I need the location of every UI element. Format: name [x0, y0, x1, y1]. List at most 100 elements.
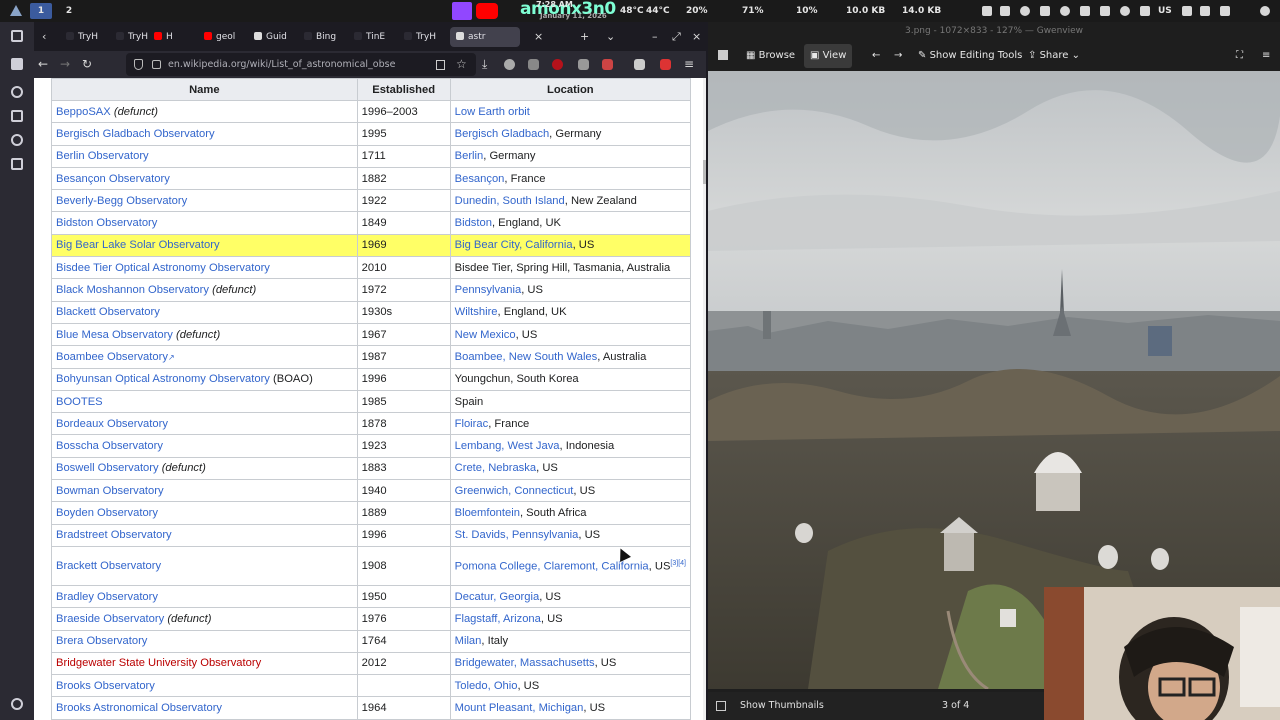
back-icon[interactable]: ←: [38, 55, 48, 73]
observatory-link[interactable]: BOOTES: [56, 396, 103, 408]
lock-icon[interactable]: [152, 60, 161, 69]
reader-view-icon[interactable]: [436, 60, 445, 70]
view-button[interactable]: ▣ View: [804, 44, 853, 68]
chevron-down-icon[interactable]: ⌄: [606, 27, 615, 47]
location-link[interactable]: Decatur, Georgia: [455, 591, 540, 603]
keyboard-layout[interactable]: US: [1158, 0, 1172, 22]
tab-list-icon[interactable]: ‹: [42, 27, 46, 47]
forward-icon[interactable]: →: [60, 55, 70, 73]
observatory-link[interactable]: Blackett Observatory: [56, 306, 160, 318]
minimize-icon[interactable]: –: [652, 27, 658, 47]
history-icon[interactable]: [11, 134, 23, 146]
location-link[interactable]: Flagstaff, Arizona: [455, 613, 541, 625]
location-link[interactable]: Boambee, New South Wales: [455, 351, 598, 363]
observatory-link[interactable]: Bisdee Tier Optical Astronomy Observator…: [56, 262, 270, 274]
observatory-link[interactable]: Brera Observatory: [56, 635, 147, 647]
location-link[interactable]: St. Davids, Pennsylvania: [455, 529, 579, 541]
bluetooth-icon[interactable]: [1100, 6, 1110, 16]
page-scrollbar-thumb[interactable]: [703, 160, 706, 184]
tab[interactable]: H: [154, 27, 173, 47]
location-link[interactable]: Berlin: [455, 150, 484, 162]
location-link[interactable]: Big Bear City, California: [455, 239, 573, 251]
location-link[interactable]: Wiltshire: [455, 306, 498, 318]
observatory-link[interactable]: Bohyunsan Optical Astronomy Observatory: [56, 373, 270, 385]
tab[interactable]: Guid: [254, 27, 287, 47]
location-link[interactable]: Bidston: [455, 217, 492, 229]
maximize-icon[interactable]: ⤢: [672, 27, 681, 47]
location-link[interactable]: Besançon: [455, 173, 505, 185]
extensions-puzzle-icon[interactable]: [634, 59, 645, 70]
new-tab-icon[interactable]: +: [580, 27, 589, 47]
ublock-icon[interactable]: [552, 59, 563, 70]
menu-icon[interactable]: [10, 5, 22, 16]
location-link[interactable]: Low Earth orbit: [455, 106, 530, 118]
observatory-link[interactable]: Bridgewater State University Observatory: [56, 657, 261, 669]
tab[interactable]: TinE: [354, 27, 385, 47]
home-icon[interactable]: [718, 50, 728, 60]
battery-icon[interactable]: [1140, 6, 1150, 16]
observatory-link[interactable]: Braeside Observatory: [56, 613, 164, 625]
observatory-link[interactable]: Bidston Observatory: [56, 217, 157, 229]
tab[interactable]: geol: [204, 27, 235, 47]
location-link[interactable]: Pennsylvania: [455, 284, 522, 296]
reload-icon[interactable]: ↻: [82, 55, 92, 73]
tracking-shield-icon[interactable]: [134, 59, 143, 70]
extension-icon[interactable]: [602, 59, 613, 70]
observatory-link[interactable]: Bordeaux Observatory: [56, 418, 168, 430]
observatory-link[interactable]: BeppoSAX: [56, 106, 111, 118]
tab[interactable]: Bing: [304, 27, 336, 47]
observatory-link[interactable]: Black Moshannon Observatory: [56, 284, 209, 296]
volume-icon[interactable]: [1220, 6, 1230, 16]
tab[interactable]: TryH: [116, 27, 148, 47]
location-link[interactable]: Lembang, West Java: [455, 440, 560, 452]
extension-icon[interactable]: [504, 59, 515, 70]
location-link[interactable]: Toledo, Ohio: [455, 680, 518, 692]
observatory-link[interactable]: Brackett Observatory: [56, 560, 161, 572]
star-icon[interactable]: [11, 158, 23, 170]
observatory-link[interactable]: Boambee Observatory: [56, 351, 168, 363]
extension-icon[interactable]: [528, 59, 539, 70]
cloud-icon[interactable]: [1040, 6, 1050, 16]
download-icon[interactable]: ⤓: [482, 55, 487, 73]
location-link[interactable]: Dunedin, South Island: [455, 195, 565, 207]
tab[interactable]: TryH: [404, 27, 436, 47]
observatory-link[interactable]: Bradstreet Observatory: [56, 529, 172, 541]
observatory-link[interactable]: Blue Mesa Observatory: [56, 329, 173, 341]
observatory-link[interactable]: Berlin Observatory: [56, 150, 149, 162]
tab[interactable]: TryH: [66, 27, 98, 47]
observatory-link[interactable]: Bowman Observatory: [56, 485, 164, 497]
col-header-established[interactable]: Established: [356, 78, 451, 101]
observatory-link[interactable]: Big Bear Lake Solar Observatory: [56, 239, 220, 251]
settings-gear-icon[interactable]: [11, 698, 23, 710]
workspace-2[interactable]: 2: [58, 3, 80, 19]
url-bar[interactable]: en.wikipedia.org/wiki/List_of_astronomic…: [126, 53, 476, 76]
location-link[interactable]: Crete, Nebraska: [455, 462, 536, 474]
thumbnails-icon[interactable]: [716, 701, 726, 711]
browse-button[interactable]: ▦ Browse: [746, 44, 795, 68]
share-button[interactable]: ⇪ Share ⌄: [1028, 44, 1080, 68]
network-icon[interactable]: [1000, 6, 1010, 16]
observatory-link[interactable]: Besançon Observatory: [56, 173, 170, 185]
steam-icon[interactable]: [1060, 6, 1070, 16]
observatory-link[interactable]: Bradley Observatory: [56, 591, 158, 603]
extension-icon[interactable]: [578, 59, 589, 70]
location-link[interactable]: Bergisch Gladbach: [455, 128, 550, 140]
observatory-link[interactable]: Brooks Astronomical Observatory: [56, 702, 222, 714]
col-header-location[interactable]: Location: [449, 78, 692, 101]
location-link[interactable]: Mount Pleasant, Michigan: [455, 702, 584, 714]
sidebar-toggle-icon[interactable]: [11, 58, 23, 70]
bookmarks-sidebar-icon[interactable]: [11, 110, 23, 122]
location-link[interactable]: Bloemfontein: [455, 507, 520, 519]
workspace-1[interactable]: 1: [30, 3, 52, 19]
hamburger-menu-icon[interactable]: ≡: [684, 55, 694, 73]
tab-overview-icon[interactable]: [11, 30, 23, 42]
bookmark-star-icon[interactable]: ☆: [456, 56, 467, 72]
col-header-name[interactable]: Name: [51, 78, 358, 101]
location-link[interactable]: Floirac: [455, 418, 489, 430]
next-icon[interactable]: →: [894, 44, 902, 68]
screen-icon[interactable]: [1200, 6, 1210, 16]
location-link[interactable]: New Mexico: [455, 329, 516, 341]
close-window-icon[interactable]: ×: [692, 27, 701, 47]
reference-link[interactable]: [3][4]: [670, 560, 686, 567]
observatory-link[interactable]: Beverly-Begg Observatory: [56, 195, 187, 207]
